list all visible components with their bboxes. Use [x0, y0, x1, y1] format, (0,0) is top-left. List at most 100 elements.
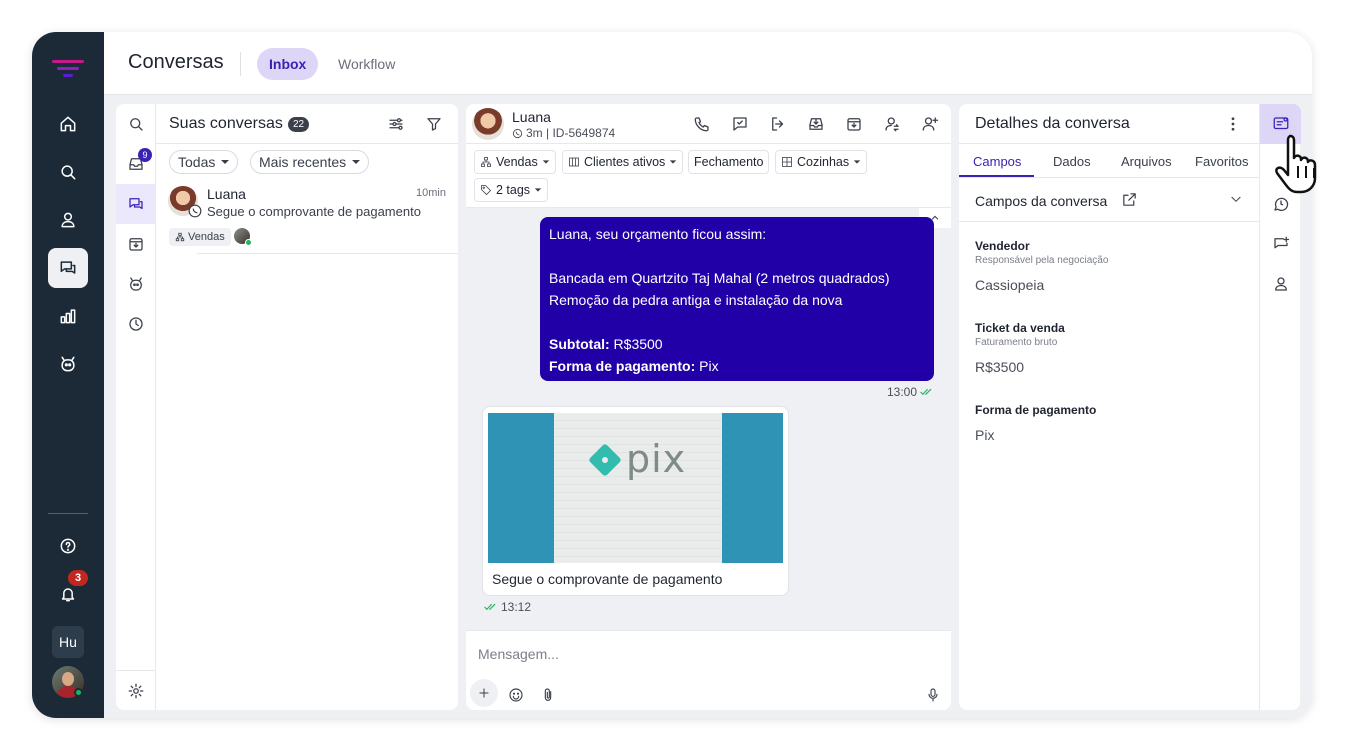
sort-filter-value: Mais recentes [259, 154, 347, 170]
fields-section-header[interactable]: Campos da conversa [959, 178, 1261, 222]
workspace-switcher[interactable]: Hu [52, 626, 84, 658]
list-details-icon [1273, 117, 1288, 130]
details-tabs: Campos Dados Arquivos Favoritos [959, 144, 1261, 178]
chat-contact-meta: 3m | ID-5649874 [512, 126, 615, 140]
active-tab-indicator [959, 175, 1034, 177]
emoji-button[interactable] [508, 687, 524, 708]
double-check-icon [484, 603, 496, 611]
outgoing-message[interactable]: Luana, seu orçamento ficou assim: Bancad… [540, 217, 934, 381]
message-line: Remoção da pedra antiga e instalação da … [549, 292, 843, 308]
add-note-button[interactable] [1260, 224, 1301, 264]
category-dropdown[interactable]: Cozinhas [775, 150, 868, 174]
stage-dropdown[interactable]: Clientes ativos [562, 150, 684, 174]
plus-icon [479, 688, 489, 698]
incoming-message[interactable]: pix Segue o comprovante de pagamento [482, 406, 789, 596]
home-icon [60, 116, 76, 132]
status-filter-dropdown[interactable]: Todas [169, 150, 239, 174]
nav-help-button[interactable] [48, 526, 88, 566]
search-icon [130, 118, 143, 131]
tab-arquivos[interactable]: Arquivos [1121, 154, 1172, 169]
tab-workflow[interactable]: Workflow [326, 48, 407, 80]
brand-logo [52, 60, 84, 77]
bell-icon [61, 588, 75, 602]
bar-chart-icon [60, 309, 76, 324]
pix-logo-mark [589, 444, 621, 476]
subnav-settings-button[interactable] [116, 670, 156, 710]
department-value: Vendas [496, 155, 538, 169]
chevron-down-icon [670, 160, 677, 164]
nav-conversations-button[interactable] [48, 248, 88, 288]
smiley-icon [509, 688, 523, 702]
inbox-move-button[interactable] [807, 115, 825, 138]
tab-inbox[interactable]: Inbox [257, 48, 319, 80]
phone-icon [694, 117, 709, 132]
archive-button[interactable] [845, 115, 863, 138]
chat-contact-name: Luana [512, 109, 551, 125]
chevron-down-icon [352, 160, 361, 164]
inbox-subnav: 9 [116, 104, 156, 710]
tag-icon [481, 185, 492, 196]
nav-search-button[interactable] [48, 152, 88, 192]
transfer-button[interactable] [769, 115, 787, 138]
contact-info-button[interactable] [1260, 264, 1301, 304]
subnav-my-conversations-button[interactable] [116, 184, 156, 224]
add-attachment-button[interactable] [470, 679, 498, 707]
field-value[interactable]: R$3500 [975, 359, 1024, 375]
tab-favoritos[interactable]: Favoritos [1195, 154, 1248, 169]
nav-bot-button[interactable] [48, 344, 88, 384]
step-chip[interactable]: Fechamento [688, 150, 770, 174]
open-external-button[interactable] [1121, 191, 1138, 213]
attach-file-button[interactable] [540, 687, 556, 708]
list-settings-button[interactable] [387, 115, 405, 138]
chevron-down-icon [534, 188, 542, 192]
person-icon [1274, 277, 1287, 291]
user-plus-icon [922, 117, 939, 131]
tags-dropdown[interactable]: 2 tags [474, 178, 549, 202]
subtotal-label: Subtotal: [549, 336, 610, 352]
department-tag-label: Vendas [188, 231, 225, 243]
conversation-details-panel: Detalhes da conversa Campos Dados Arquiv… [959, 104, 1261, 710]
chat-note-button[interactable] [731, 115, 749, 138]
incoming-time: 13:12 [501, 600, 532, 614]
voice-message-button[interactable] [925, 687, 941, 708]
message-input[interactable]: Mensagem... [478, 646, 559, 662]
help-icon [60, 538, 76, 554]
microphone-icon [928, 688, 938, 702]
nav-contacts-button[interactable] [48, 200, 88, 240]
field-value[interactable]: Cassiopeia [975, 277, 1044, 293]
pix-logo-text: pix [626, 437, 687, 481]
contact-avatar[interactable] [472, 108, 504, 140]
add-participant-button[interactable] [921, 115, 939, 138]
tab-campos[interactable]: Campos [973, 154, 1021, 169]
call-button[interactable] [693, 115, 711, 138]
sort-filter-dropdown[interactable]: Mais recentes [250, 150, 370, 174]
nav-reports-button[interactable] [48, 296, 88, 336]
conversation-contact-name: Luana [207, 186, 246, 202]
list-item[interactable]: Luana 10min Segue o comprovante de pagam… [197, 182, 458, 254]
subnav-bot-button[interactable] [116, 264, 156, 304]
tab-dados[interactable]: Dados [1053, 154, 1091, 169]
conversation-count-badge: 22 [288, 117, 310, 132]
department-dropdown[interactable]: Vendas [474, 150, 556, 174]
hand-pointer-cursor-icon [1275, 134, 1317, 194]
board-icon [569, 157, 579, 167]
assign-agent-button[interactable] [883, 115, 901, 138]
details-more-button[interactable] [1224, 115, 1242, 138]
details-title: Detalhes da conversa [975, 115, 1130, 132]
page-title: Conversas [128, 51, 224, 73]
rail-divider [48, 513, 88, 514]
tags-value: 2 tags [496, 183, 531, 197]
chevron-down-icon [1231, 196, 1241, 202]
outgoing-time: 13:00 [887, 385, 918, 399]
subnav-search-button[interactable] [116, 104, 156, 144]
app-window: 3 Hu Conversas Inbox Workflow 9 Suas con… [32, 32, 1312, 718]
field-value[interactable]: Pix [975, 427, 994, 443]
subnav-archive-button[interactable] [116, 224, 156, 264]
org-chart-icon [481, 157, 491, 167]
payment-receipt-image[interactable]: pix [488, 413, 783, 563]
subnav-history-button[interactable] [116, 304, 156, 344]
nav-home-button[interactable] [48, 104, 88, 144]
list-filter-button[interactable] [425, 115, 443, 138]
collapse-section-button[interactable] [1229, 192, 1243, 211]
fields-section-title: Campos da conversa [975, 193, 1108, 209]
